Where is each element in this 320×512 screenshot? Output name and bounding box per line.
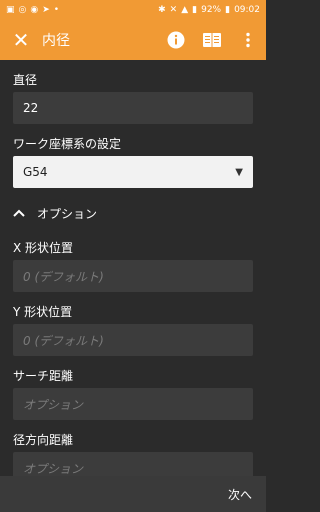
dropdown-arrow-icon: ▼ bbox=[235, 166, 243, 178]
radial-distance-label: 径方向距離 bbox=[13, 433, 74, 447]
diameter-label: 直径 bbox=[13, 73, 38, 87]
wifi-icon: ◉ bbox=[30, 4, 39, 15]
status-left: ▣ ◎ ◉ ➤ • bbox=[6, 4, 60, 15]
clock: 09:02 bbox=[234, 5, 260, 15]
info-button[interactable] bbox=[158, 20, 194, 60]
work-coord-label: ワーク座標系の設定 bbox=[13, 137, 122, 151]
book-icon bbox=[203, 33, 221, 47]
options-toggle[interactable]: オプション bbox=[13, 198, 253, 228]
form-content: 直径 22 ワーク座標系の設定 G54 ▼ オプション X 形状位置 0 (デフ… bbox=[0, 60, 266, 476]
search-distance-label: サーチ距離 bbox=[13, 369, 74, 383]
work-coord-select[interactable]: G54 ▼ bbox=[13, 156, 253, 188]
page-title: 内径 bbox=[42, 33, 70, 49]
battery-percent: 92% bbox=[201, 5, 222, 15]
x-position-field[interactable]: 0 (デフォルト) bbox=[13, 260, 253, 292]
work-coord-value: G54 bbox=[23, 165, 48, 179]
next-button[interactable]: 次へ bbox=[228, 486, 252, 503]
mute-icon: ✕ bbox=[169, 4, 178, 15]
close-button[interactable]: ✕ bbox=[0, 20, 42, 60]
diameter-field[interactable]: 22 bbox=[13, 92, 253, 124]
radial-distance-field[interactable]: オプション bbox=[13, 452, 253, 476]
status-bar: ▣ ◎ ◉ ➤ • ✱ ✕ ▲ ▮ 92% ▮ 09:02 bbox=[0, 0, 266, 20]
x-position-label: X 形状位置 bbox=[13, 241, 74, 255]
more-vert-icon bbox=[246, 32, 250, 48]
bottom-bar: 次へ bbox=[0, 476, 266, 512]
status-right: ✱ ✕ ▲ ▮ 92% ▮ 09:02 bbox=[158, 5, 260, 15]
app-bar: ✕ 内径 bbox=[0, 20, 266, 60]
options-title: オプション bbox=[37, 206, 98, 221]
image-icon: ▣ bbox=[6, 4, 15, 15]
search-distance-field[interactable]: オプション bbox=[13, 388, 253, 420]
sync-icon: ◎ bbox=[18, 4, 27, 15]
chevron-up-icon bbox=[13, 209, 37, 217]
arrow-icon: ➤ bbox=[42, 4, 50, 15]
manual-button[interactable] bbox=[194, 20, 230, 60]
close-icon: ✕ bbox=[12, 28, 30, 52]
dot-icon: • bbox=[53, 4, 60, 15]
y-position-placeholder: 0 (デフォルト) bbox=[23, 333, 104, 348]
radial-distance-placeholder: オプション bbox=[23, 461, 84, 476]
signal-icon: ▲ bbox=[181, 4, 189, 15]
y-position-field[interactable]: 0 (デフォルト) bbox=[13, 324, 253, 356]
signal-bars-icon: ▮ bbox=[192, 4, 198, 15]
x-position-placeholder: 0 (デフォルト) bbox=[23, 269, 104, 284]
y-position-label: Y 形状位置 bbox=[13, 305, 73, 319]
battery-icon: ▮ bbox=[225, 4, 231, 15]
diameter-value: 22 bbox=[23, 101, 39, 115]
bluetooth-icon: ✱ bbox=[158, 4, 166, 15]
info-icon bbox=[167, 31, 185, 49]
search-distance-placeholder: オプション bbox=[23, 397, 84, 412]
more-options-button[interactable] bbox=[230, 20, 266, 60]
